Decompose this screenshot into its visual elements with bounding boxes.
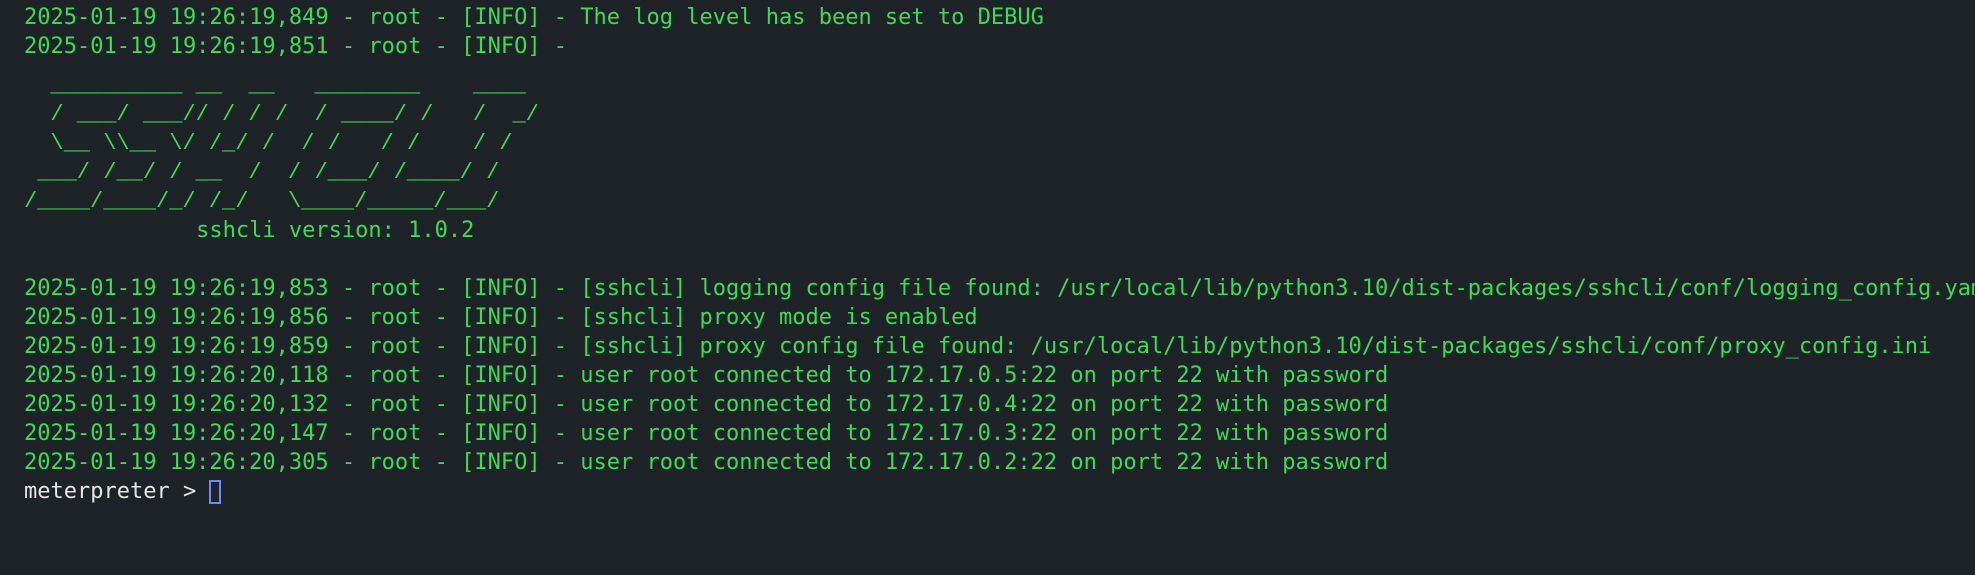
text-cursor[interactable] <box>209 479 222 504</box>
command-prompt[interactable]: meterpreter > <box>24 477 1975 506</box>
log-line: 2025-01-19 19:26:20,118 - root - [INFO] … <box>24 363 1389 388</box>
log-line: 2025-01-19 19:26:20,132 - root - [INFO] … <box>24 392 1389 417</box>
version-line: sshcli version: 1.0.2 <box>24 218 475 243</box>
log-line: 2025-01-19 19:26:19,856 - root - [INFO] … <box>24 305 978 330</box>
log-line: 2025-01-19 19:26:19,859 - root - [INFO] … <box>24 334 1932 359</box>
log-line: 2025-01-19 19:26:20,305 - root - [INFO] … <box>24 450 1389 475</box>
prompt-label: meterpreter > <box>24 479 197 504</box>
terminal-window[interactable]: 2025-01-19 19:26:19,849 - root - [INFO] … <box>0 0 1975 575</box>
ascii-banner: __________ __ __ ________ ____ / ___/ __… <box>24 73 539 214</box>
log-line: 2025-01-19 19:26:19,851 - root - [INFO] … <box>24 34 568 59</box>
log-line: 2025-01-19 19:26:20,147 - root - [INFO] … <box>24 421 1389 446</box>
log-line: 2025-01-19 19:26:19,853 - root - [INFO] … <box>24 276 1975 301</box>
log-line: 2025-01-19 19:26:19,849 - root - [INFO] … <box>24 5 1044 30</box>
